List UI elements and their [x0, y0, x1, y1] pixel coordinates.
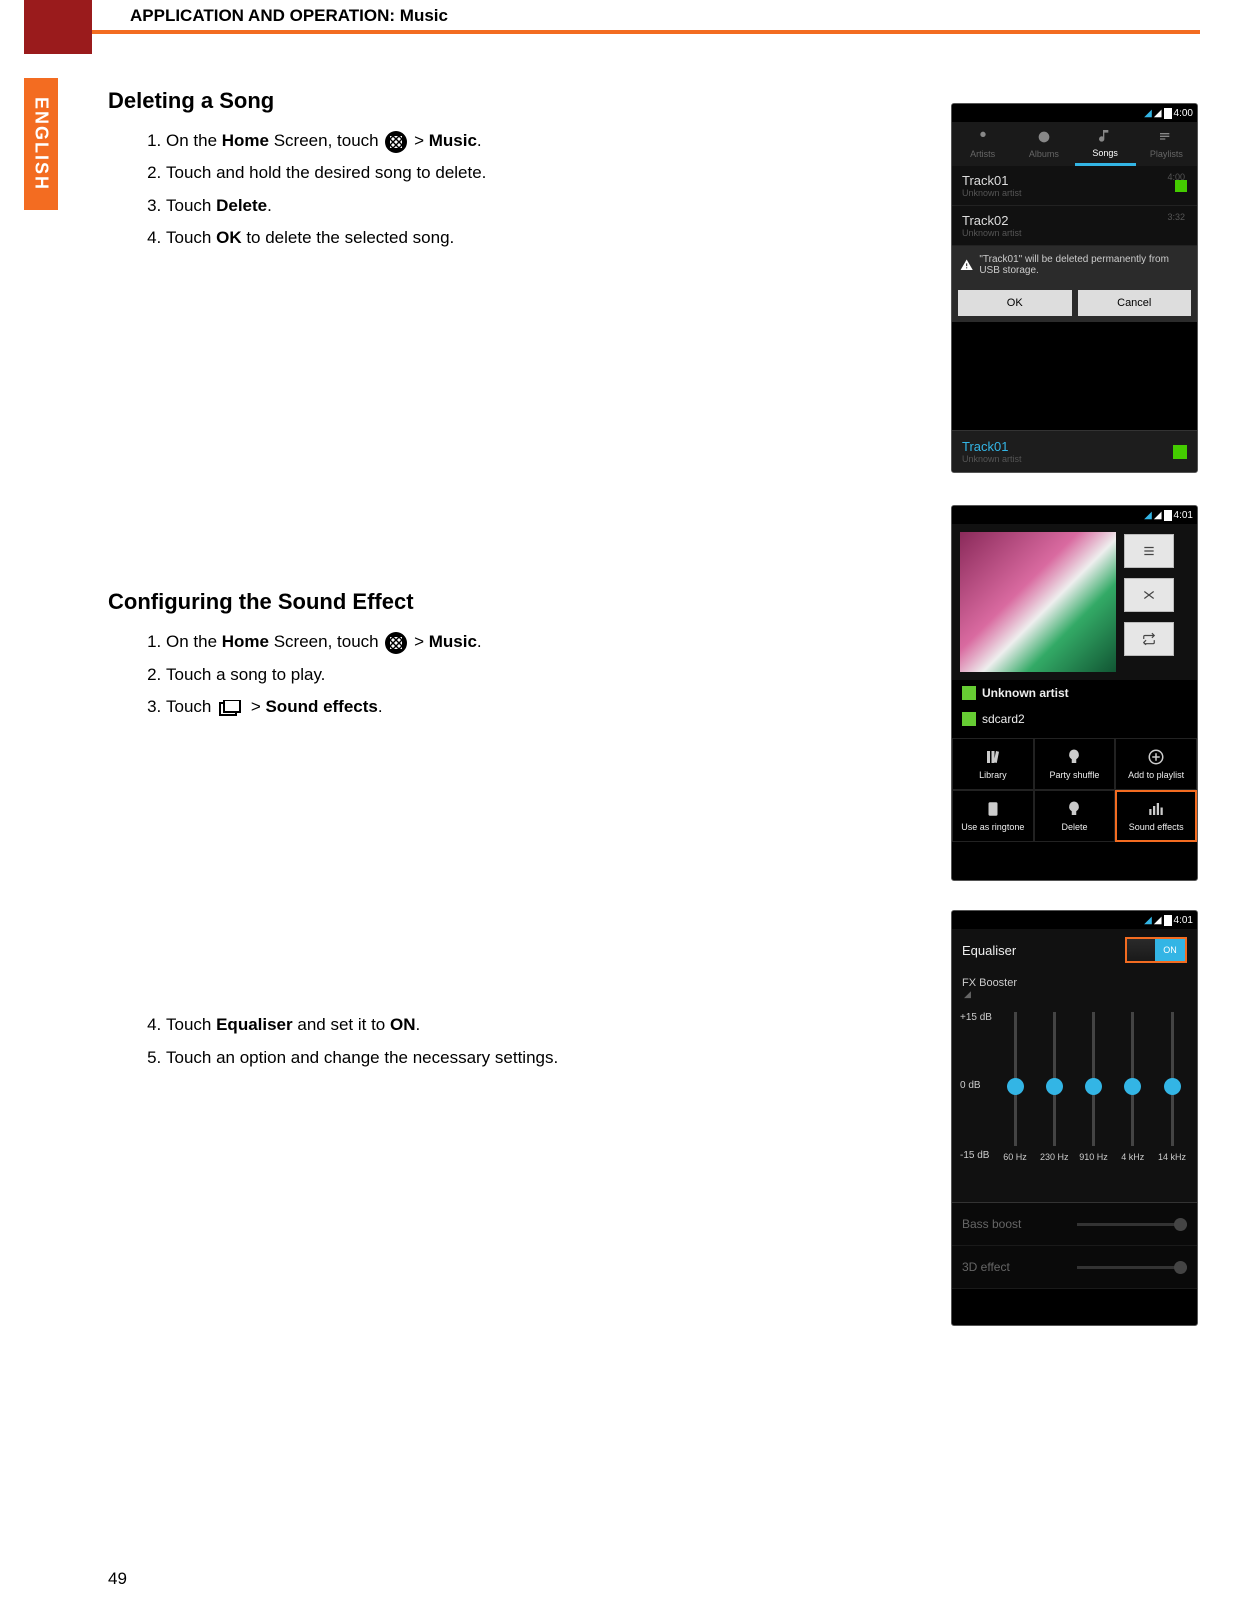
- menu-ringtone[interactable]: Use as ringtone: [952, 790, 1034, 842]
- eq-sliders: 60 Hz 230 Hz 910 Hz 4 kHz 14 kHz: [1000, 1012, 1187, 1162]
- artist-icon: [962, 686, 976, 700]
- fx-booster-dropdown[interactable]: FX Booster◢: [952, 971, 1197, 1002]
- equaliser-label: Equaliser: [962, 943, 1016, 958]
- menu-party-shuffle[interactable]: Party shuffle: [1034, 738, 1116, 790]
- equaliser-toggle[interactable]: ON: [1125, 937, 1187, 963]
- eq-band[interactable]: 910 Hz: [1079, 1012, 1109, 1162]
- status-time: 4:00: [1174, 108, 1193, 119]
- page-number: 49: [108, 1569, 127, 1589]
- ok-button[interactable]: OK: [958, 290, 1072, 316]
- tab-albums[interactable]: Albums: [1013, 122, 1074, 166]
- artist-row: Unknown artist: [952, 680, 1197, 706]
- bass-slider[interactable]: [1077, 1223, 1187, 1226]
- 3d-effect-row: 3D effect: [952, 1246, 1197, 1289]
- now-playing-bar[interactable]: Track01 Unknown artist: [952, 430, 1197, 472]
- signal-icon: ◢: [1154, 915, 1162, 926]
- cancel-button[interactable]: Cancel: [1078, 290, 1192, 316]
- music-tabs: Artists Albums Songs Playlists: [952, 122, 1197, 166]
- battery-icon: [1164, 108, 1172, 119]
- eq-band[interactable]: 14 kHz: [1157, 1012, 1187, 1162]
- play-icon: [1173, 445, 1187, 459]
- sdcard-icon: [962, 712, 976, 726]
- header-accent-block: [24, 0, 92, 54]
- wifi-icon: ◢: [1144, 915, 1152, 926]
- play-indicator-icon: [1175, 180, 1187, 192]
- phone-screenshot-equaliser: ◢ ◢ 4:01 Equaliser ON FX Booster◢ +15 dB…: [951, 910, 1198, 1326]
- equaliser-header: Equaliser ON: [952, 929, 1197, 971]
- menu-library[interactable]: Library: [952, 738, 1034, 790]
- now-playing-area: [952, 524, 1197, 680]
- status-bar: ◢ ◢ 4:00: [952, 104, 1197, 122]
- wifi-icon: ◢: [1144, 108, 1152, 119]
- db-label: -15 dB: [960, 1150, 989, 1161]
- options-menu: Library Party shuffle Add to playlist Us…: [952, 738, 1197, 842]
- signal-icon: ◢: [1154, 108, 1162, 119]
- equaliser-area: +15 dB 0 dB -15 dB 60 Hz 230 Hz 910 Hz 4…: [952, 1002, 1197, 1203]
- header-title: APPLICATION AND OPERATION: Music: [130, 6, 448, 26]
- tab-artists[interactable]: Artists: [952, 122, 1013, 166]
- bass-boost-row: Bass boost: [952, 1203, 1197, 1246]
- tab-playlists[interactable]: Playlists: [1136, 122, 1197, 166]
- song-row[interactable]: Track01 Unknown artist 4:00: [952, 166, 1197, 206]
- shuffle-button[interactable]: [1124, 578, 1174, 612]
- album-art: [960, 532, 1116, 672]
- status-bar: ◢ ◢ 4:01: [952, 911, 1197, 929]
- dialog-buttons: OK Cancel: [952, 284, 1197, 322]
- apps-icon: [385, 632, 407, 654]
- warning-icon: [960, 257, 973, 273]
- menu-delete[interactable]: Delete: [1034, 790, 1116, 842]
- eq-band[interactable]: 230 Hz: [1039, 1012, 1069, 1162]
- playback-side-buttons: [1124, 534, 1174, 680]
- header-rule: [92, 30, 1200, 34]
- apps-icon: [385, 131, 407, 153]
- recent-apps-icon: [219, 700, 243, 716]
- battery-icon: [1164, 510, 1172, 521]
- source-row: sdcard2: [952, 706, 1197, 732]
- phone-screenshot-delete: ◢ ◢ 4:00 Artists Albums Songs Playlists …: [951, 103, 1198, 473]
- song-row[interactable]: Track02 Unknown artist 3:32: [952, 206, 1197, 246]
- phone-screenshot-nowplaying: ◢ ◢ 4:01 Unknown artist sdcard2 Library …: [951, 505, 1198, 881]
- delete-dialog-message: "Track01" will be deleted permanently fr…: [952, 246, 1197, 284]
- queue-button[interactable]: [1124, 534, 1174, 568]
- menu-add-playlist[interactable]: Add to playlist: [1115, 738, 1197, 790]
- status-bar: ◢ ◢ 4:01: [952, 506, 1197, 524]
- eq-band[interactable]: 4 kHz: [1118, 1012, 1148, 1162]
- repeat-button[interactable]: [1124, 622, 1174, 656]
- 3d-slider[interactable]: [1077, 1266, 1187, 1269]
- wifi-icon: ◢: [1144, 510, 1152, 521]
- status-time: 4:01: [1174, 915, 1193, 926]
- language-tab: ENGLISH: [24, 78, 58, 210]
- signal-icon: ◢: [1154, 510, 1162, 521]
- eq-band[interactable]: 60 Hz: [1000, 1012, 1030, 1162]
- battery-icon: [1164, 915, 1172, 926]
- dropdown-icon: ◢: [964, 989, 1187, 1000]
- db-label: 0 dB: [960, 1080, 981, 1091]
- menu-sound-effects[interactable]: Sound effects: [1115, 790, 1197, 842]
- db-label: +15 dB: [960, 1012, 992, 1023]
- tab-songs[interactable]: Songs: [1075, 122, 1136, 166]
- status-time: 4:01: [1174, 510, 1193, 521]
